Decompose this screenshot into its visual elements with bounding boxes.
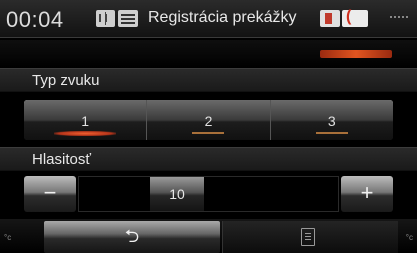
back-button[interactable]: ⮌: [44, 221, 220, 253]
status-bar: 00:04 Registrácia prekážky: [0, 0, 417, 38]
back-arrow-icon: ⮌: [124, 226, 140, 246]
volume-stepper: − 10 +: [24, 176, 393, 212]
level-indicator: [320, 50, 392, 58]
book-icon[interactable]: [96, 10, 115, 27]
volume-increase-button[interactable]: +: [341, 176, 393, 212]
signal-icon[interactable]: [118, 10, 138, 27]
selection-marker: [315, 132, 348, 134]
volume-value[interactable]: 10: [150, 177, 204, 211]
menu-icon: [301, 228, 315, 246]
signal-dots-icon: [390, 8, 412, 22]
clock: 00:04: [6, 7, 64, 32]
page-title: Registrácia prekážky: [148, 9, 297, 26]
selection-marker: [54, 131, 117, 136]
sound-type-label: Typ zvuku: [0, 68, 417, 92]
volume-track[interactable]: 10: [78, 176, 339, 212]
volume-decrease-button[interactable]: −: [24, 176, 76, 212]
phone-icon[interactable]: [342, 8, 368, 27]
sound-type-selector: 1 2 3: [24, 100, 393, 140]
header-strip: [0, 40, 417, 68]
volume-label: Hlasitosť: [0, 147, 417, 171]
sound-type-option-1[interactable]: 1: [24, 100, 148, 140]
option-label: 3: [327, 113, 336, 129]
menu-button[interactable]: [222, 221, 398, 253]
selection-marker: [192, 132, 225, 134]
card-icon[interactable]: [320, 10, 340, 27]
sound-type-option-2[interactable]: 2: [147, 100, 271, 140]
sound-type-option-3[interactable]: 3: [270, 100, 393, 140]
option-label: 2: [204, 113, 213, 129]
option-label: 1: [81, 113, 90, 129]
bottom-bar: °c ⮌ °c: [0, 219, 417, 253]
temperature-left: °c: [4, 233, 12, 242]
temperature-right: °c: [405, 233, 413, 242]
